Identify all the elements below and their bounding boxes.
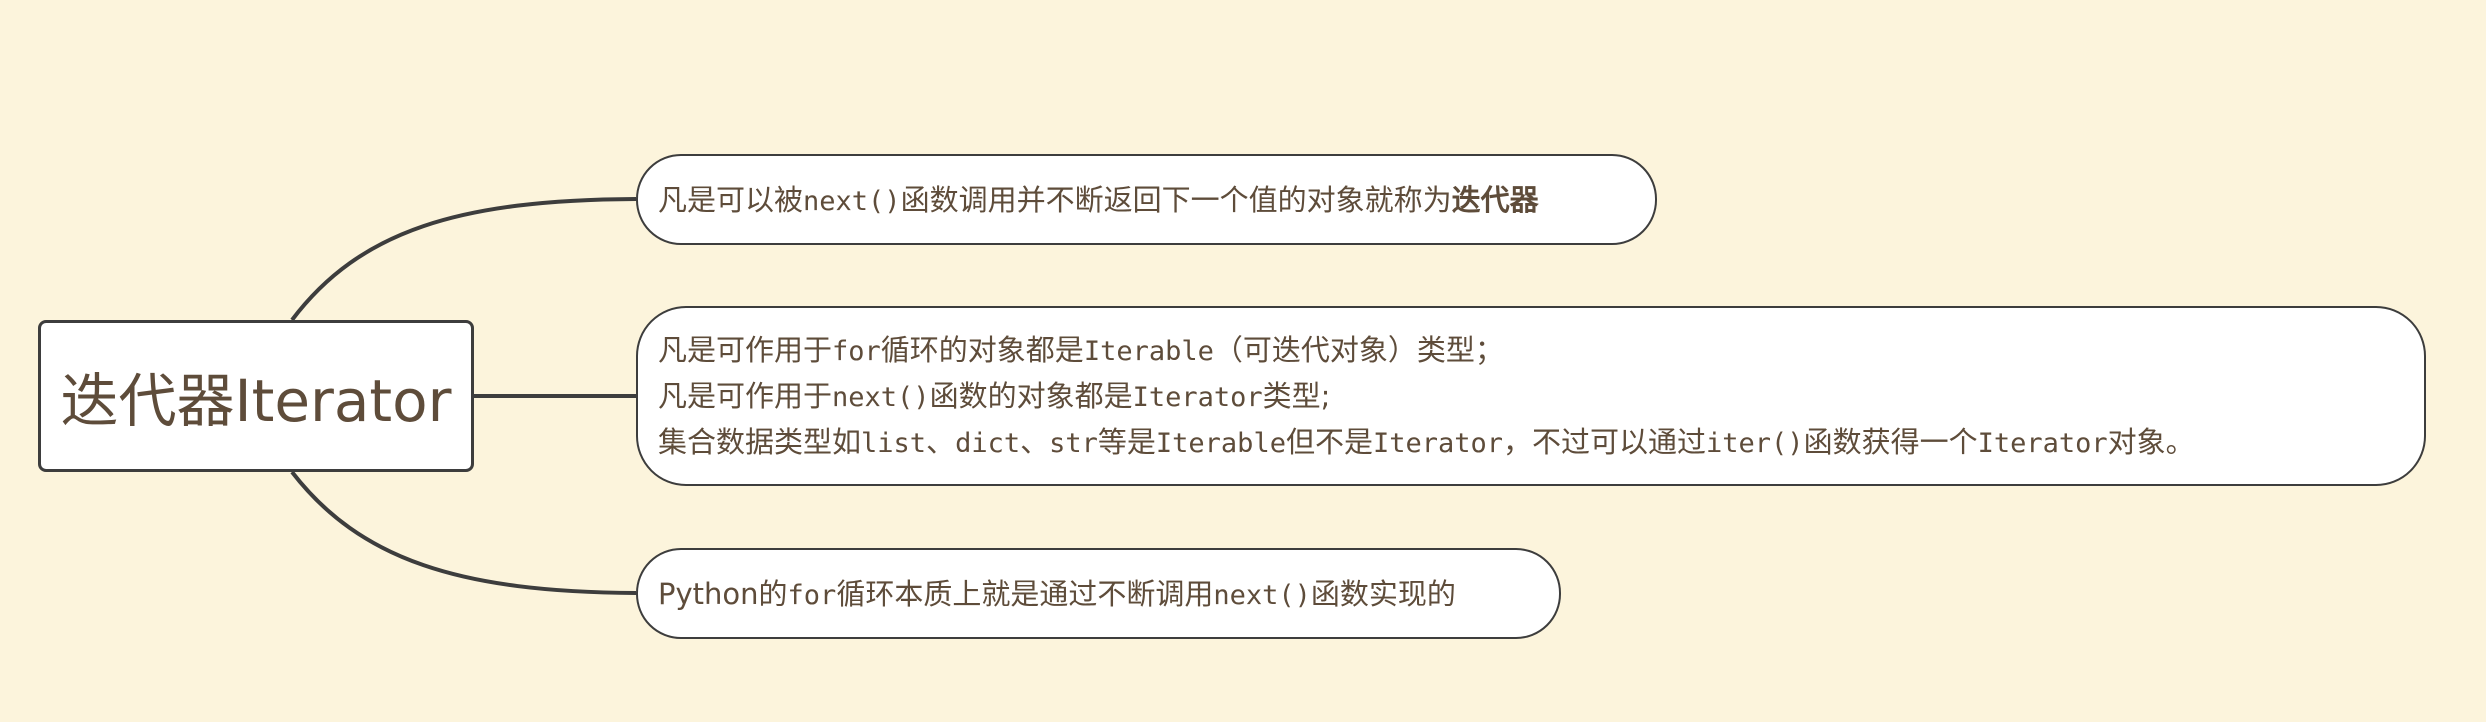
code-segment: next() [832,382,930,413]
code-segment: str [1049,428,1098,459]
code-segment: iter() [1706,428,1804,459]
branch-node-iterator-definition[interactable]: 凡是可以被next()函数调用并不断返回下一个值的对象就称为迭代器 [636,154,1657,245]
text-segment: 函数实现的 [1310,576,1456,611]
branch-node-iterable-vs-iterator[interactable]: 凡是可作用于for循环的对象都是Iterable（可迭代对象）类型； 凡是可作用… [636,306,2426,486]
code-segment: Iterator [1372,428,1504,459]
branch-3-text: Python的for循环本质上就是通过不断调用next()函数实现的 [658,571,1539,617]
connector-branch-1 [290,197,637,322]
text-segment: 函数的对象都是 [929,379,1133,413]
code-segment: next() [803,185,901,217]
branch-2-line-3: 集合数据类型如list、dict、str等是Iterable但不是Iterato… [658,419,2404,465]
text-segment: 凡是可作用于 [658,379,833,413]
text-segment: 集合数据类型如 [658,425,862,459]
code-segment: for [832,336,881,367]
branch-2-line-1: 凡是可作用于for循环的对象都是Iterable（可迭代对象）类型； [658,327,2404,373]
text-segment: 等是 [1097,425,1156,459]
branch-node-for-loop-essence[interactable]: Python的for循环本质上就是通过不断调用next()函数实现的 [636,548,1561,639]
branch-2-line-2: 凡是可作用于next()函数的对象都是Iterator类型; [658,373,2404,419]
text-segment: 类型; [1262,379,1331,413]
text-segment: 、 [926,425,956,459]
code-segment: dict [955,428,1021,459]
bold-segment: 迭代器 [1451,182,1539,217]
text-segment: 循环的对象都是 [880,333,1084,367]
text-segment: 对象。 [2107,425,2195,459]
text-segment: 、 [1020,425,1050,459]
root-topic-label: 迭代器Iterator [60,367,452,435]
root-topic[interactable]: 迭代器Iterator [38,320,474,472]
code-segment: next() [1213,579,1311,611]
text-segment: （可迭代对象）类型； [1213,333,1504,367]
branch-1-text: 凡是可以被next()函数调用并不断返回下一个值的对象就称为迭代器 [658,177,1635,223]
text-segment: 函数调用并不断返回下一个值的对象就称为 [900,182,1452,217]
code-segment: Iterable [1083,336,1214,367]
code-segment: Iterator [1132,382,1263,413]
connector-branch-3 [290,470,637,595]
text-segment: 循环本质上就是通过不断调用 [836,576,1214,611]
code-segment: Iterator [1977,428,2108,459]
mindmap-canvas: 迭代器Iterator 凡是可以被next()函数调用并不断返回下一个值的对象就… [0,0,2486,722]
text-segment: 凡是可作用于 [658,333,833,367]
code-segment: list [861,428,927,459]
code-segment: for [787,579,837,611]
text-segment: 凡是可以被 [658,182,804,217]
text-segment: 但不是 [1285,425,1373,459]
text-segment: 函数获得一个 [1803,425,1978,459]
text-segment: ，不过可以通过 [1503,425,1707,459]
code-segment: Iterable [1155,428,1286,459]
text-segment: Python的 [658,576,788,611]
